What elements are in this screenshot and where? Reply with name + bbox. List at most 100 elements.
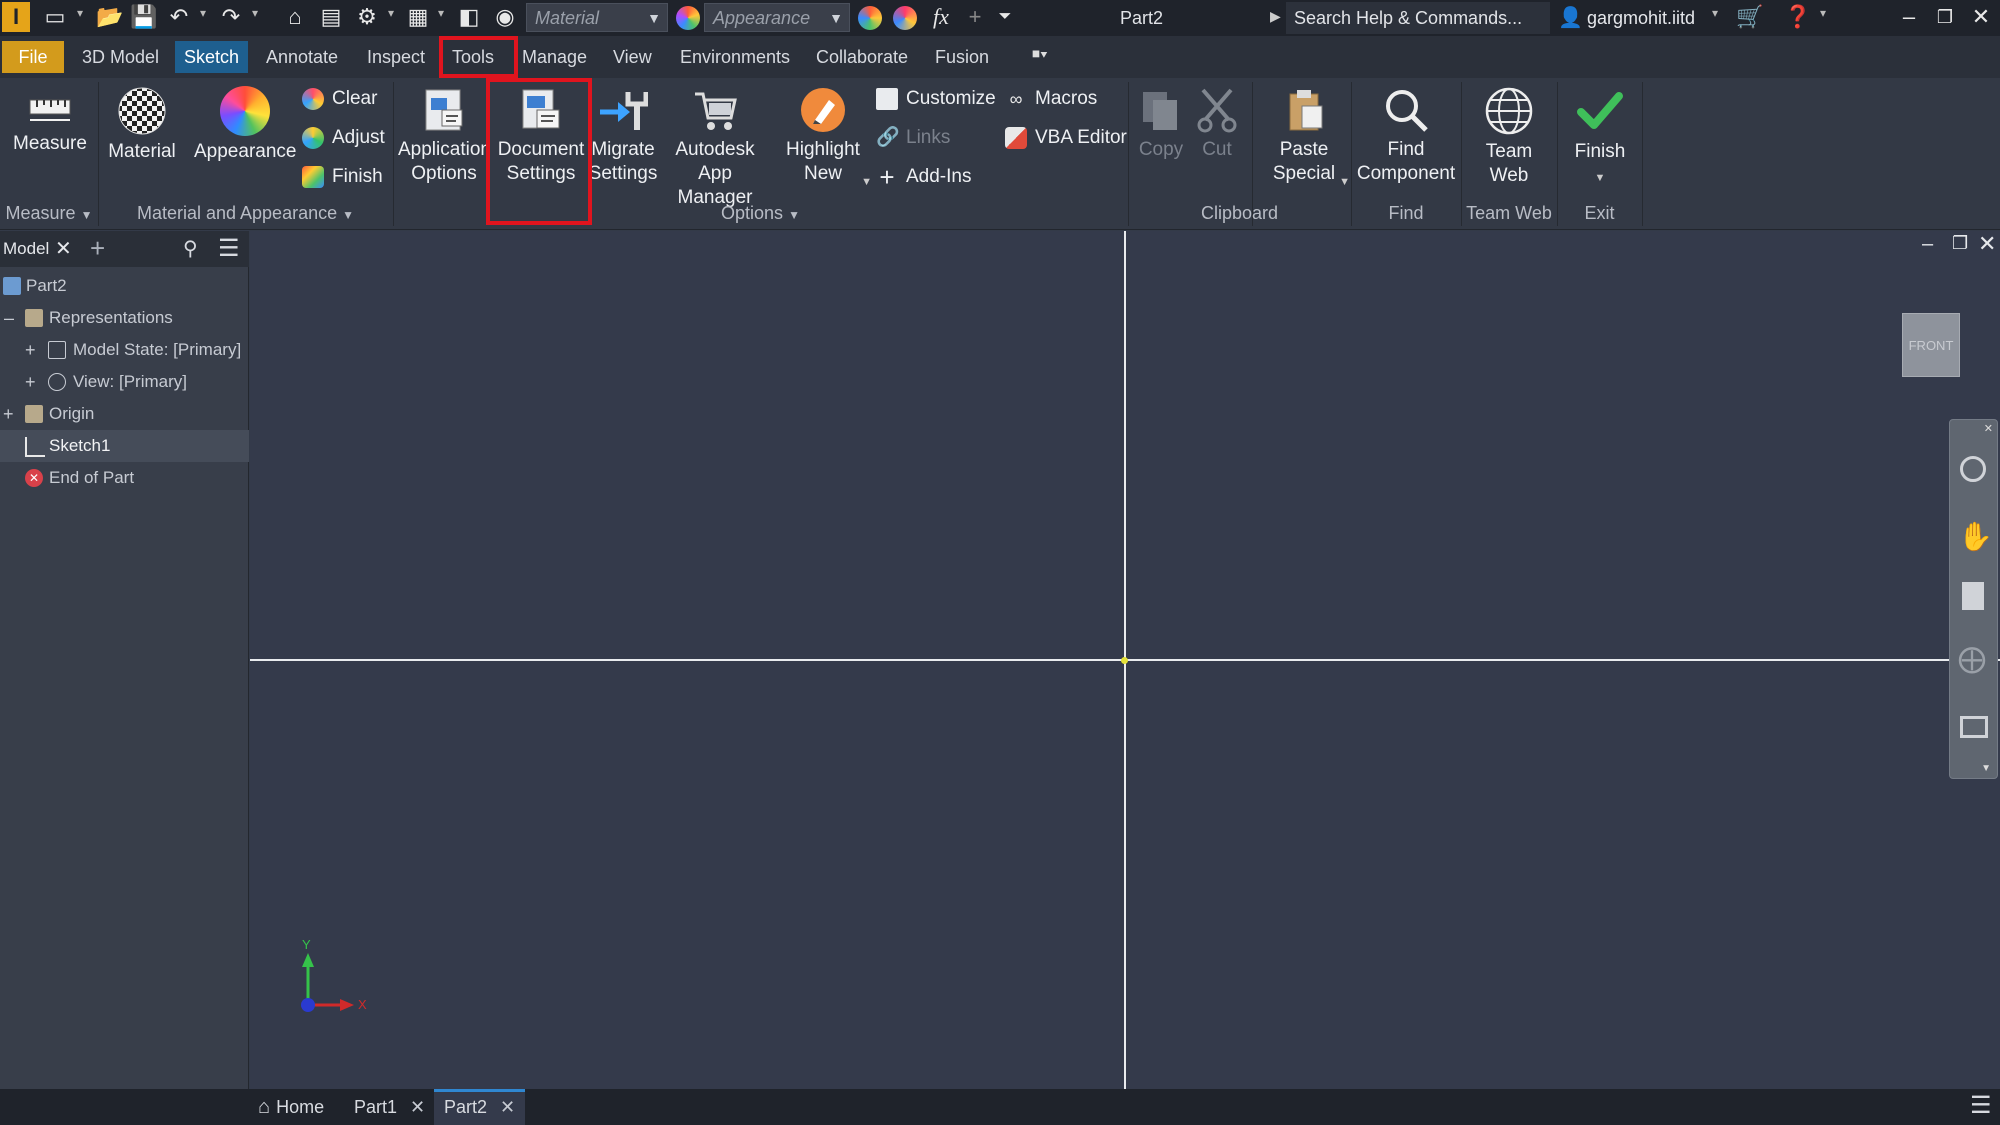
undo-icon[interactable]: ↶ — [166, 4, 192, 30]
new-file-icon[interactable]: ▭ — [42, 4, 68, 30]
tab-fusion[interactable]: Fusion — [926, 41, 998, 73]
find-component-button[interactable]: Find Component — [1356, 86, 1456, 186]
navbar-close-icon[interactable]: ✕ — [1984, 422, 1993, 435]
macros-button[interactable]: ∞ Macros — [1005, 84, 1098, 114]
search-help-input[interactable]: Search Help & Commands... — [1286, 2, 1550, 34]
tab-inspect[interactable]: Inspect — [358, 41, 434, 73]
close-icon[interactable]: ✕ — [55, 231, 72, 267]
add-ins-button[interactable]: + Add-Ins — [876, 162, 971, 192]
close-icon[interactable]: ✕ — [500, 1097, 515, 1117]
doc-tab-home[interactable]: ⌂ Home — [258, 1089, 324, 1125]
customize-button[interactable]: Customize — [876, 84, 996, 114]
select-caret-icon[interactable]: ▾ — [438, 6, 444, 20]
navbar-customize-icon[interactable]: ▼ — [1981, 763, 1991, 774]
tab-3d-model[interactable]: 3D Model — [73, 41, 168, 73]
help-caret-icon[interactable]: ▾ — [1820, 6, 1826, 20]
material-combo[interactable]: Material ▼ — [526, 3, 668, 32]
team-web-button[interactable]: Team Web — [1466, 86, 1552, 188]
search-icon[interactable]: ⚲ — [183, 231, 198, 267]
close-icon[interactable]: ✕ — [1968, 4, 1994, 30]
update-caret-icon[interactable]: ▾ — [388, 6, 394, 20]
look-at-icon[interactable] — [1960, 716, 1988, 738]
save-icon[interactable]: 💾 — [130, 4, 157, 30]
redo-caret-icon[interactable]: ▾ — [252, 6, 258, 20]
restore-icon[interactable]: ❐ — [1932, 4, 1958, 30]
measure-button[interactable]: Measure — [10, 86, 90, 156]
properties-icon[interactable]: ◧ — [456, 4, 482, 30]
expand-icon[interactable]: + — [25, 366, 36, 398]
username[interactable]: gargmohit.iitd — [1587, 0, 1695, 36]
browser-node-view[interactable]: + View: [Primary] — [0, 366, 249, 398]
tab-manage[interactable]: Manage — [513, 41, 596, 73]
cut-button[interactable]: Cut — [1192, 86, 1242, 162]
browser-node-representations[interactable]: – Representations — [0, 302, 249, 334]
app-manager-button[interactable]: Autodesk App Manager — [660, 86, 770, 210]
canvas-close-icon[interactable]: ✕ — [1978, 231, 1996, 257]
tab-annotate[interactable]: Annotate — [257, 41, 347, 73]
browser-node-origin[interactable]: + Origin — [0, 398, 249, 430]
customize-toolbar-icon[interactable]: ⏷ — [992, 4, 1018, 30]
doc-tab-part1[interactable]: Part1 ✕ — [354, 1089, 425, 1125]
canvas-minimize-icon[interactable]: – — [1922, 233, 1933, 256]
help-icon[interactable]: ❓ — [1784, 4, 1811, 30]
tab-sketch[interactable]: Sketch — [175, 41, 249, 73]
appearance-combo[interactable]: Appearance ▼ — [704, 3, 850, 32]
application-options-button[interactable]: Application Options — [398, 86, 490, 186]
highlight-new-button[interactable]: Highlight New ▼ — [778, 86, 872, 188]
user-caret-icon[interactable]: ▾ — [1712, 6, 1718, 20]
tab-collaborate[interactable]: Collaborate — [807, 41, 917, 73]
vba-editor-button[interactable]: VBA Editor — [1005, 123, 1127, 153]
tab-file[interactable]: File — [2, 41, 64, 73]
user-icon[interactable]: 👤 — [1558, 5, 1583, 30]
app-logo[interactable]: I — [2, 2, 30, 32]
clear-appearance-icon[interactable] — [893, 6, 917, 30]
minimize-icon[interactable]: – — [1896, 4, 1922, 30]
collapse-icon[interactable]: – — [4, 302, 14, 334]
home-icon[interactable]: ⌂ — [282, 4, 308, 30]
copy-button[interactable]: Copy — [1134, 86, 1188, 162]
browser-node-part2[interactable]: Part2 — [0, 270, 249, 302]
doc-tab-part2[interactable]: Part2 ✕ — [434, 1089, 526, 1125]
cart-icon[interactable]: 🛒 — [1736, 4, 1763, 30]
pan-hand-icon[interactable]: ✋ — [1958, 520, 1993, 553]
camera-icon[interactable]: ⏹▾ — [1032, 46, 1048, 64]
select-icon[interactable]: ▦ — [405, 4, 431, 30]
tab-view[interactable]: View — [604, 41, 661, 73]
material-button[interactable]: Material — [104, 86, 180, 164]
panel-label-material-appearance[interactable]: Material and Appearance ▼ — [98, 200, 393, 226]
finish-appearance-button[interactable]: Finish — [302, 162, 383, 192]
adjust-button[interactable]: Adjust — [302, 123, 385, 153]
paste-special-caret-icon[interactable]: ▼ — [1339, 170, 1350, 194]
browser-node-end-of-part[interactable]: ✕ End of Part — [0, 462, 249, 494]
expand-icon[interactable]: + — [3, 398, 14, 430]
browser-tab-model[interactable]: Model — [3, 231, 49, 267]
graphics-canvas[interactable]: – ❐ ✕ FRONT ✕ ✋ ⨁ ▼ Y X — [250, 231, 2000, 1089]
material-ball-icon[interactable]: ◉ — [492, 4, 518, 30]
close-icon[interactable]: ✕ — [410, 1097, 425, 1117]
menu-icon[interactable]: ☰ — [218, 231, 240, 267]
links-button[interactable]: 🔗 Links — [876, 123, 950, 153]
fx-parameters-icon[interactable]: fx — [928, 4, 954, 30]
adjust-appearance-icon[interactable] — [858, 6, 882, 30]
clear-button[interactable]: Clear — [302, 84, 377, 114]
viewcube[interactable]: FRONT — [1902, 313, 1960, 377]
steering-wheel-icon[interactable] — [1960, 456, 1986, 482]
tabs-menu-icon[interactable]: ☰ — [1970, 1091, 1992, 1120]
migrate-settings-button[interactable]: Migrate Settings — [588, 86, 658, 186]
finish-sketch-button[interactable]: Finish ▼ — [1562, 86, 1638, 190]
plus-icon[interactable]: + — [962, 4, 988, 30]
expand-icon[interactable]: + — [25, 334, 36, 366]
highlight-new-caret-icon[interactable]: ▼ — [861, 170, 872, 194]
panel-label-measure[interactable]: Measure ▼ — [0, 200, 98, 226]
redo-icon[interactable]: ↷ — [218, 4, 244, 30]
finish-caret-icon[interactable]: ▼ — [1595, 172, 1606, 184]
new-caret-icon[interactable]: ▾ — [77, 6, 83, 20]
paste-special-button[interactable]: Paste Special ▼ — [1258, 86, 1350, 188]
projects-icon[interactable]: ▤ — [318, 4, 344, 30]
zoom-page-icon[interactable] — [1962, 582, 1984, 610]
browser-node-sketch1[interactable]: Sketch1 — [0, 430, 249, 462]
tab-environments[interactable]: Environments — [671, 41, 799, 73]
appearance-button[interactable]: Appearance — [194, 86, 296, 164]
update-icon[interactable]: ⚙ — [354, 4, 380, 30]
canvas-restore-icon[interactable]: ❐ — [1952, 233, 1968, 254]
